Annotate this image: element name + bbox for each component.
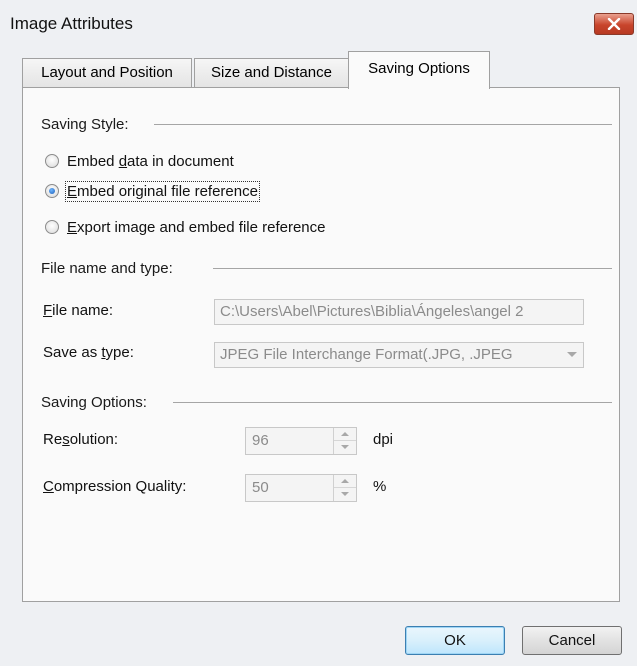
compression-unit: % (373, 478, 387, 495)
save-as-type-select[interactable]: JPEG File Interchange Format(.JPG, .JPEG (214, 342, 584, 368)
radio-button[interactable] (45, 154, 59, 168)
compression-quality-label: Compression Quality: (43, 478, 187, 495)
spin-up-icon (341, 432, 349, 436)
spinner-buttons (333, 428, 356, 454)
compression-value: 50 (252, 479, 269, 496)
tab-size-distance[interactable]: Size and Distance (194, 58, 349, 87)
radio-embed-reference[interactable]: Embed original file reference (45, 180, 260, 202)
radio-button-selected[interactable] (45, 184, 59, 198)
resolution-value: 96 (252, 432, 269, 449)
file-name-label: File name: (43, 302, 114, 319)
ok-button[interactable]: OK (405, 626, 505, 655)
saving-options-panel: Saving Style: Embed data in document Emb… (22, 87, 620, 602)
resolution-spinner[interactable]: 96 (245, 427, 357, 455)
file-name-field[interactable]: C:\Users\Abel\Pictures\Biblia\Ángeles\an… (214, 299, 584, 325)
saving-options-divider (173, 402, 612, 403)
resolution-label: Resolution: (43, 431, 119, 448)
radio-label: Embed data in document (67, 152, 234, 170)
radio-embed-data[interactable]: Embed data in document (45, 150, 234, 172)
close-button[interactable] (594, 13, 634, 35)
tab-saving-options[interactable]: Saving Options (348, 51, 490, 89)
save-as-type-value: JPEG File Interchange Format(.JPG, .JPEG (220, 346, 513, 363)
spinner-buttons (333, 475, 356, 501)
spin-up-button[interactable] (334, 428, 356, 441)
cancel-button[interactable]: Cancel (522, 626, 622, 655)
compression-quality-spinner[interactable]: 50 (245, 474, 357, 502)
file-section-divider (213, 268, 612, 269)
image-attributes-dialog: Image Attributes Layout and Position Siz… (0, 0, 637, 666)
spin-up-icon (341, 479, 349, 483)
saving-style-divider (154, 124, 612, 125)
window-title: Image Attributes (10, 14, 133, 33)
saving-style-heading: Saving Style: (41, 116, 129, 133)
save-as-type-label: Save as type: (43, 344, 134, 361)
tab-layout-position[interactable]: Layout and Position (22, 58, 192, 87)
spin-down-icon (341, 492, 349, 496)
spin-up-button[interactable] (334, 475, 356, 488)
radio-label: Embed original file reference (65, 180, 260, 202)
spin-down-icon (341, 445, 349, 449)
radio-button[interactable] (45, 220, 59, 234)
file-section-heading: File name and type: (41, 260, 173, 277)
close-icon (607, 18, 621, 30)
radio-export-image[interactable]: Export image and embed file reference (45, 216, 326, 238)
spin-down-button[interactable] (334, 441, 356, 454)
resolution-unit: dpi (373, 431, 394, 448)
saving-options-heading: Saving Options: (41, 394, 147, 411)
radio-label: Export image and embed file reference (67, 218, 326, 236)
spin-down-button[interactable] (334, 488, 356, 501)
chevron-down-icon (567, 352, 577, 357)
title-bar: Image Attributes (0, 0, 637, 44)
